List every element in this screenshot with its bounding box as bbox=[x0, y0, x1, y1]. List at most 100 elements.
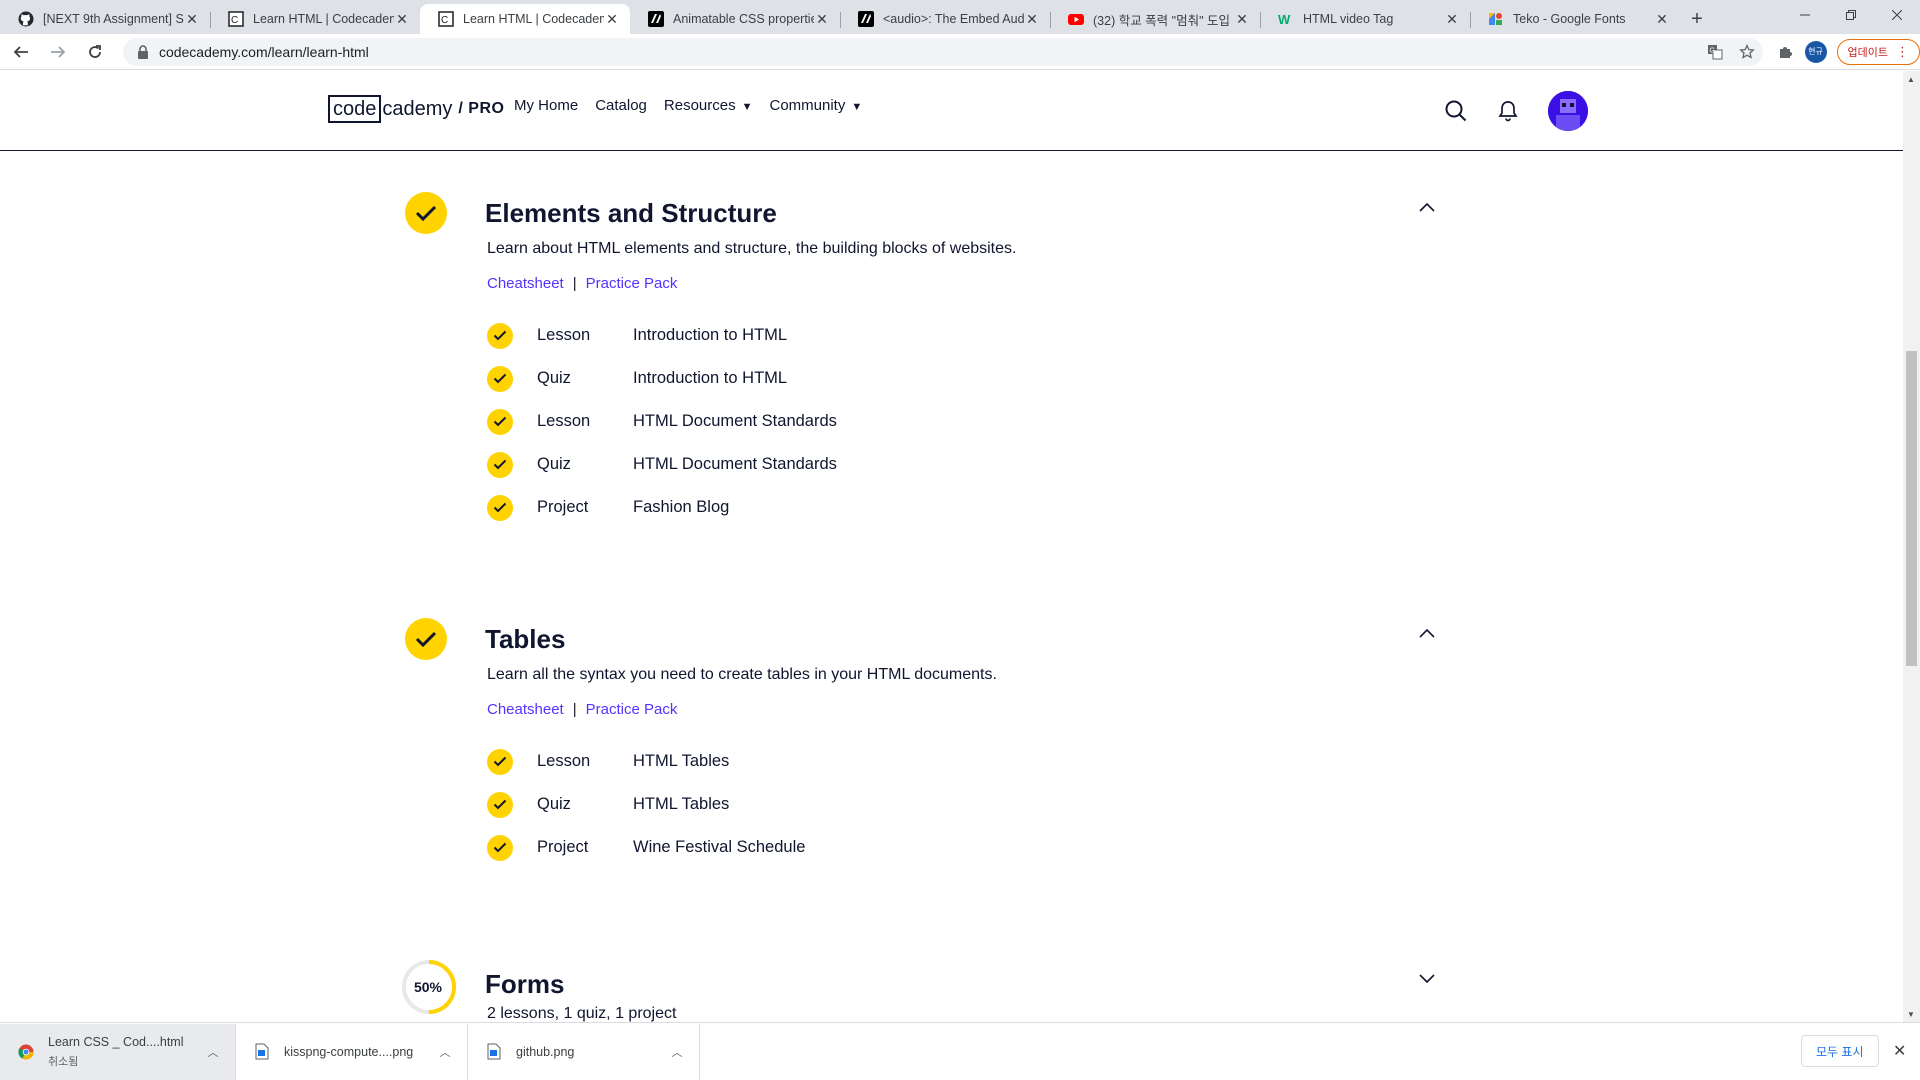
download-status: 취소됨 bbox=[48, 1055, 79, 1068]
profile-avatar[interactable]: 현규 bbox=[1804, 40, 1827, 63]
notification-bell-icon[interactable] bbox=[1486, 89, 1530, 133]
nav-catalog[interactable]: Catalog bbox=[595, 97, 647, 114]
close-tab-icon[interactable]: ✕ bbox=[184, 11, 200, 28]
search-icon[interactable] bbox=[1434, 89, 1478, 133]
file-icon bbox=[254, 1043, 270, 1061]
user-avatar[interactable] bbox=[1548, 91, 1588, 131]
logo-cademy: cademy bbox=[382, 97, 453, 120]
tab-title: Teko - Google Fonts bbox=[1513, 12, 1626, 26]
module-item[interactable]: Quiz HTML Tables bbox=[487, 783, 805, 826]
new-tab-button[interactable]: + bbox=[1680, 4, 1714, 34]
module-title[interactable]: Forms bbox=[485, 969, 564, 1000]
logo-pro: / PRO bbox=[458, 100, 505, 117]
module-item[interactable]: Lesson Introduction to HTML bbox=[487, 314, 837, 357]
download-filename: kisspng-compute....png bbox=[284, 1044, 414, 1059]
item-type: Lesson bbox=[537, 412, 591, 430]
header-actions bbox=[1434, 89, 1588, 133]
translate-icon[interactable]: G bbox=[1699, 44, 1731, 60]
check-icon bbox=[487, 408, 513, 435]
item-type: Quiz bbox=[537, 455, 571, 473]
restore-button[interactable] bbox=[1828, 0, 1874, 30]
close-tab-icon[interactable]: ✕ bbox=[814, 11, 830, 28]
browser-tab[interactable]: W HTML video Tag ✕ bbox=[1260, 4, 1470, 34]
cheatsheet-link[interactable]: Cheatsheet bbox=[487, 275, 564, 292]
item-type: Lesson bbox=[537, 326, 591, 344]
module-items: Lesson HTML Tables Quiz HTML Tables Proj… bbox=[487, 740, 805, 869]
practice-pack-link[interactable]: Practice Pack bbox=[586, 701, 678, 718]
item-type: Lesson bbox=[537, 752, 591, 770]
browser-tab[interactable]: (32) 학교 폭력 "멈춰" 도입 ✕ bbox=[1050, 4, 1260, 34]
check-icon bbox=[487, 494, 513, 521]
scrollbar-thumb[interactable] bbox=[1906, 351, 1917, 666]
syllabus-content: Elements and Structure Learn about HTML … bbox=[0, 152, 1903, 1022]
chevron-up-icon[interactable] bbox=[1418, 626, 1436, 644]
browser-tab[interactable]: Teko - Google Fonts ✕ bbox=[1470, 4, 1680, 34]
module-item[interactable]: Quiz Introduction to HTML bbox=[487, 357, 837, 400]
item-type: Project bbox=[537, 498, 589, 516]
scroll-down-arrow-icon[interactable]: ▼ bbox=[1907, 1010, 1915, 1019]
check-icon bbox=[487, 748, 513, 775]
show-all-downloads-button[interactable]: 모두 표시 bbox=[1801, 1035, 1879, 1067]
close-tab-icon[interactable]: ✕ bbox=[1024, 11, 1040, 28]
close-tab-icon[interactable]: ✕ bbox=[604, 11, 620, 28]
download-item[interactable]: Learn CSS _ Cod....html 취소됨 ︿ bbox=[0, 1023, 236, 1080]
check-icon bbox=[487, 451, 513, 478]
module-item[interactable]: Project Fashion Blog bbox=[487, 486, 837, 529]
chevron-up-icon[interactable] bbox=[1418, 200, 1436, 218]
close-tab-icon[interactable]: ✕ bbox=[1234, 11, 1250, 28]
download-item[interactable]: kisspng-compute....png ︿ bbox=[236, 1023, 468, 1080]
minimize-button[interactable] bbox=[1782, 0, 1828, 30]
chevron-up-icon[interactable]: ︿ bbox=[205, 1044, 221, 1060]
arrow-right-icon bbox=[50, 45, 66, 58]
browser-tab[interactable]: [NEXT 9th Assignment] Se ✕ bbox=[0, 4, 210, 34]
close-window-button[interactable] bbox=[1874, 0, 1920, 30]
module-title[interactable]: Elements and Structure bbox=[485, 198, 777, 229]
chrome-icon bbox=[18, 1043, 34, 1061]
link-separator: | bbox=[572, 701, 577, 718]
module-description: Learn all the syntax you need to create … bbox=[487, 666, 997, 683]
item-type: Project bbox=[537, 838, 589, 856]
reload-button[interactable] bbox=[79, 36, 111, 68]
practice-pack-link[interactable]: Practice Pack bbox=[586, 275, 678, 292]
module-title[interactable]: Tables bbox=[485, 624, 565, 655]
nav-resources[interactable]: Resources ▼ bbox=[664, 97, 753, 114]
download-shelf: Learn CSS _ Cod....html 취소됨 ︿ kisspng-co… bbox=[0, 1022, 1920, 1080]
module-item[interactable]: Project Wine Festival Schedule bbox=[487, 826, 805, 869]
browser-tab[interactable]: Animatable CSS properties ✕ bbox=[630, 4, 840, 34]
item-name: Fashion Blog bbox=[633, 498, 730, 516]
close-tab-icon[interactable]: ✕ bbox=[1654, 11, 1670, 28]
codecademy-logo[interactable]: code cademy / PRO bbox=[328, 95, 504, 123]
module-description: Learn about HTML elements and structure,… bbox=[487, 240, 1017, 257]
update-button[interactable]: 업데이트 ⋮ bbox=[1836, 38, 1920, 65]
extensions-puzzle-icon[interactable] bbox=[1769, 44, 1801, 60]
close-shelf-icon[interactable]: ✕ bbox=[1893, 1041, 1906, 1061]
module-item[interactable]: Quiz HTML Document Standards bbox=[487, 443, 837, 486]
browser-tab-active[interactable]: C Learn HTML | Codecademy ✕ bbox=[420, 4, 630, 34]
nav-my-home[interactable]: My Home bbox=[514, 97, 578, 114]
close-tab-icon[interactable]: ✕ bbox=[1444, 11, 1460, 28]
page-scrollbar[interactable]: ▲ ▼ bbox=[1903, 71, 1920, 1023]
tab-title: <audio>: The Embed Audi bbox=[883, 12, 1024, 26]
item-name: HTML Document Standards bbox=[633, 455, 837, 473]
chevron-up-icon[interactable]: ︿ bbox=[437, 1044, 453, 1060]
close-tab-icon[interactable]: ✕ bbox=[394, 11, 410, 28]
module-item[interactable]: Lesson HTML Document Standards bbox=[487, 400, 837, 443]
nav-community[interactable]: Community ▼ bbox=[769, 97, 862, 114]
logo-code: code bbox=[328, 95, 382, 123]
browser-tab[interactable]: C Learn HTML | Codecademy ✕ bbox=[210, 4, 420, 34]
download-item[interactable]: github.png ︿ bbox=[468, 1023, 700, 1080]
cheatsheet-link[interactable]: Cheatsheet bbox=[487, 701, 564, 718]
lock-icon[interactable] bbox=[137, 44, 149, 59]
module-item[interactable]: Lesson HTML Tables bbox=[487, 740, 805, 783]
browser-tab[interactable]: <audio>: The Embed Audi ✕ bbox=[840, 4, 1050, 34]
codecademy-icon: C bbox=[228, 11, 244, 27]
module-complete-check-icon bbox=[405, 618, 447, 660]
tab-title: Learn HTML | Codecademy bbox=[253, 12, 394, 26]
bookmark-star-icon[interactable] bbox=[1731, 43, 1763, 60]
back-button[interactable] bbox=[5, 36, 37, 68]
address-bar[interactable]: codecademy.com/learn/learn-html G bbox=[122, 37, 1763, 66]
forward-button[interactable] bbox=[42, 36, 74, 68]
chevron-down-icon[interactable] bbox=[1418, 971, 1436, 989]
chevron-up-icon[interactable]: ︿ bbox=[669, 1044, 685, 1060]
scroll-up-arrow-icon[interactable]: ▲ bbox=[1907, 75, 1915, 84]
